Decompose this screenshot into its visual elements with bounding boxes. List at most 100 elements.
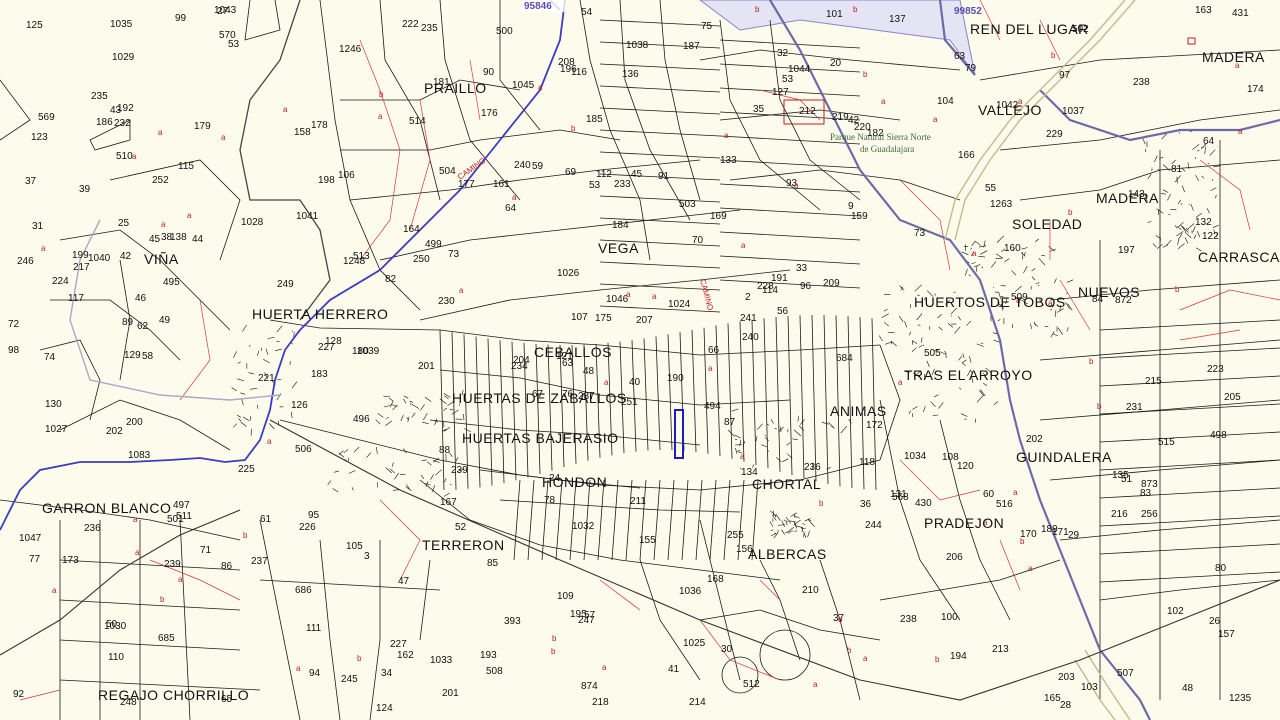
parcel-number[interactable]: 498 [1210,430,1227,441]
parcel-number[interactable]: 227 [318,342,335,353]
parcel-number[interactable]: 90 [483,67,495,78]
parcel-number[interactable]: 168 [707,574,724,585]
parcel-number[interactable]: 94 [309,668,321,679]
parcel-number[interactable]: 53 [782,74,794,85]
parcel-number[interactable]: 204 [513,355,530,366]
parcel-number[interactable]: 125 [26,20,43,31]
parcel-number[interactable]: 1246 [339,44,362,55]
parcel-number[interactable]: 163 [1195,5,1212,16]
parcel-number[interactable]: 1024 [668,299,691,310]
parcel-number[interactable]: 165 [1044,693,1061,704]
parcel-number[interactable]: 239 [451,465,468,476]
parcel-number[interactable]: 120 [957,461,974,472]
parcel-number[interactable]: 36 [860,499,872,510]
parcel-number[interactable]: 255 [727,530,744,541]
parcel-number[interactable]: 1038 [626,40,649,51]
parcel-number[interactable]: 52 [455,522,467,533]
parcel-number[interactable]: 232 [114,118,131,129]
parcel-number[interactable]: 64 [505,203,517,214]
parcel-number[interactable]: 239 [164,559,181,570]
parcel-number[interactable]: 499 [425,239,442,250]
place-vega[interactable]: VEGA [598,240,639,256]
parcel-number[interactable]: 56 [777,306,789,317]
parcel-number[interactable]: 47 [398,576,410,587]
place-pradejon[interactable]: PRADEJON [924,515,1004,531]
parcel-number[interactable]: 157 [1218,629,1235,640]
parcel-number[interactable]: 506 [295,444,312,455]
parcel-number[interactable]: 226 [299,522,316,533]
parcel-number[interactable]: 1041 [296,211,319,222]
parcel-number[interactable]: 240 [742,332,759,343]
parcel-number[interactable]: 1035 [110,19,133,30]
parcel-number[interactable]: 32 [777,48,789,59]
parcel-number[interactable]: 201 [442,688,459,699]
parcel-number[interactable]: 223 [1207,364,1224,375]
place-ceballos[interactable]: CEBALLOS [534,344,612,360]
place-huertos-de-tobos[interactable]: HUERTOS DE TOBOS [914,294,1066,310]
parcel-number[interactable]: 237 [251,556,268,567]
parcel-number[interactable]: 77 [29,554,41,565]
parcel-number[interactable]: 48 [1182,683,1194,694]
parcel-number[interactable]: 1036 [679,586,702,597]
parcel-number[interactable]: 511 [176,511,192,522]
parcel-number[interactable]: 44 [192,234,204,245]
place-ren-del-lugar[interactable]: REN DEL LUGAR [970,21,1089,37]
parcel-number[interactable]: 92 [13,689,25,700]
parcel-number[interactable]: 224 [52,276,69,287]
parcel-number[interactable]: 129 [124,350,141,361]
parcel-number[interactable]: 207 [636,315,653,326]
parcel-number[interactable]: 512 [743,679,760,690]
parcel-number[interactable]: 193 [480,650,497,661]
parcel-number[interactable]: 37 [25,176,37,187]
parcel-number[interactable]: 123 [31,132,48,143]
parcel-number[interactable]: 393 [504,616,521,627]
selected-parcel[interactable] [674,409,684,459]
parcel-number[interactable]: 2 [745,292,751,303]
parcel-number[interactable]: 69 [565,167,577,178]
parcel-number[interactable]: 115 [178,161,194,172]
place-tras-el-arroyo[interactable]: TRAS EL ARROYO [904,367,1033,383]
parcel-number[interactable]: 196 [560,64,577,75]
parcel-number[interactable]: 206 [946,552,963,563]
parcel-number[interactable]: 1040 [88,253,111,264]
parcel-number[interactable]: 191 [771,273,788,284]
parcel-number[interactable]: 215 [1145,376,1162,387]
parcel-number[interactable]: 174 [1247,84,1264,95]
parcel-number[interactable]: 105 [346,541,363,552]
parcel-number[interactable]: 164 [403,224,420,235]
parcel-number[interactable]: 216 [1111,509,1128,520]
parcel-number[interactable]: 55 [985,183,997,194]
parcel-number[interactable]: 1030 [104,621,127,632]
parcel-number[interactable]: 71 [200,545,212,556]
parcel-number[interactable]: 29 [1068,530,1080,541]
parcel-number[interactable]: 513 [353,251,370,262]
parcel-number[interactable]: 112 [596,169,612,180]
parcel-number[interactable]: 54 [581,7,593,18]
place-huerta-herrero[interactable]: HUERTA HERRERO [252,306,388,322]
parcel-number[interactable]: 210 [802,585,819,596]
parcel-number[interactable]: 199 [72,250,89,261]
parcel-number[interactable]: 246 [17,256,34,267]
map-canvas[interactable]: 95846 99852 CAMINO CAMINO Parque Natural… [0,0,1280,720]
parcel-number[interactable]: 122 [1202,231,1219,242]
parcel-number[interactable]: 133 [720,155,737,166]
parcel-number[interactable]: 219 [832,112,849,123]
parcel-number[interactable]: 200 [126,417,143,428]
parcel-number[interactable]: 184 [612,220,629,231]
parcel-number[interactable]: 213 [992,644,1009,655]
parcel-number[interactable]: 166 [958,150,975,161]
parcel-number[interactable]: 507 [1117,668,1134,679]
parcel-number[interactable]: 30 [721,644,733,655]
parcel-number[interactable]: 1032 [572,521,595,532]
parcel-number[interactable]: 1034 [904,451,927,462]
parcel-number[interactable]: 63 [954,51,966,62]
parcel-number[interactable]: 203 [1058,672,1075,683]
parcel-number[interactable]: 1045 [512,80,535,91]
parcel-number[interactable]: 510 [116,151,133,162]
parcel-number[interactable]: 131 [890,489,907,500]
parcel-number[interactable]: 508 [486,666,503,677]
parcel-number[interactable]: 79 [965,63,977,74]
parcel-number[interactable]: 70 [692,235,704,246]
parcel-number[interactable]: 49 [159,315,171,326]
parcel-number[interactable]: 61 [260,514,272,525]
